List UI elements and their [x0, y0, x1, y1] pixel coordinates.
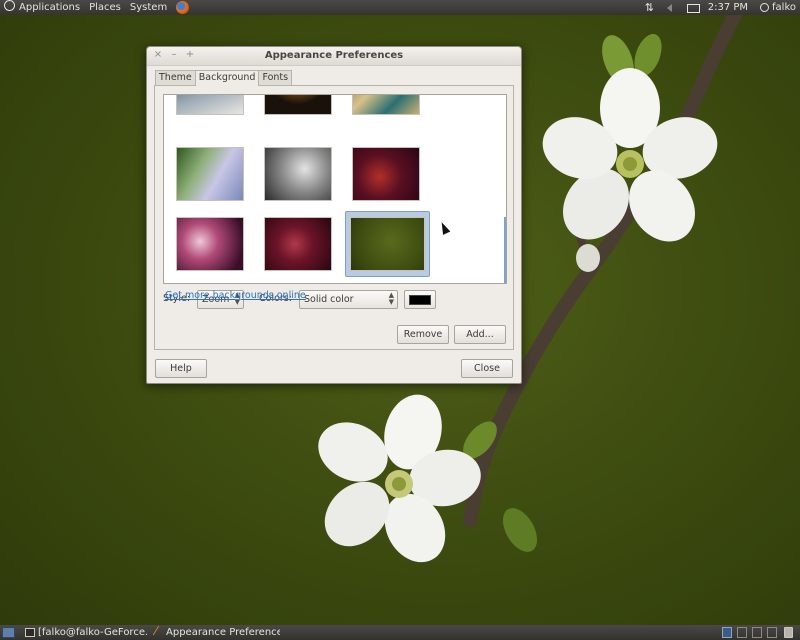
thumbnail-wallpaper-dandelion-dark[interactable] — [264, 95, 332, 115]
workspace-4-icon[interactable] — [767, 627, 777, 638]
user-icon — [758, 2, 770, 13]
window-titlebar[interactable]: × – + Appearance Preferences — [147, 47, 521, 66]
top-panel: Applications Places System 2:37 PM falko — [0, 0, 800, 15]
applications-menu[interactable]: Applications — [4, 0, 80, 15]
appearance-preferences-window: × – + Appearance Preferences Theme Backg… — [146, 46, 522, 384]
terminal-icon — [25, 628, 35, 637]
tab-theme[interactable]: Theme — [155, 70, 196, 85]
bottom-panel: [falko@falko-GeForce... Appearance Prefe… — [0, 625, 800, 640]
background-tab-panel: Style: Zoom ▲ ▼ Colors: Solid color ▲ ▼ — [154, 85, 514, 350]
tab-fonts[interactable]: Fonts — [258, 70, 293, 85]
workspace-3-icon[interactable] — [752, 627, 762, 638]
thumbnail-wallpaper-grey-branches[interactable] — [264, 147, 332, 201]
ubuntu-logo-icon — [4, 0, 15, 11]
network-arrows-icon[interactable] — [645, 0, 656, 15]
wallpaper-thumbnail-grid[interactable] — [163, 94, 507, 284]
show-desktop-icon[interactable] — [2, 627, 15, 638]
workspace-2-icon[interactable] — [737, 627, 747, 638]
thumbnail-wallpaper-dark-red[interactable] — [264, 217, 332, 271]
firefox-icon[interactable] — [176, 1, 190, 14]
workspace-1-icon[interactable] — [722, 627, 732, 638]
mail-icon[interactable] — [686, 2, 700, 13]
clock[interactable]: 2:37 PM — [708, 0, 748, 15]
help-button[interactable]: Help — [155, 359, 207, 378]
color-swatch — [409, 295, 431, 305]
tab-bar: Theme Background Fonts — [155, 70, 293, 86]
spin-arrows-icon: ▲ ▼ — [388, 291, 394, 306]
window-title: Appearance Preferences — [264, 50, 404, 61]
get-more-backgrounds-link[interactable]: Get more backgrounds online — [165, 290, 306, 301]
taskbar-terminal[interactable]: [falko@falko-GeForce... — [22, 626, 147, 639]
thumbnail-wallpaper-frost[interactable] — [176, 95, 244, 115]
add-button[interactable]: Add... — [454, 325, 506, 344]
taskbar-appearance-preferences[interactable]: Appearance Preferences — [150, 626, 280, 639]
speaker-icon[interactable] — [666, 2, 677, 13]
system-menu[interactable]: System — [130, 0, 167, 15]
color-picker-button[interactable] — [404, 290, 436, 309]
remove-button[interactable]: Remove — [397, 325, 449, 344]
close-button[interactable]: Close — [461, 359, 513, 378]
thumbnail-wallpaper-pink-light[interactable] — [176, 217, 244, 271]
thumbnail-wallpaper-purple-flower[interactable] — [176, 147, 244, 201]
colors-select[interactable]: Solid color ▲ ▼ — [299, 290, 398, 309]
trash-icon[interactable] — [784, 627, 793, 638]
thumbnail-wallpaper-map[interactable] — [352, 95, 420, 115]
tab-background[interactable]: Background — [194, 70, 260, 86]
colors-value: Solid color — [304, 294, 354, 305]
thumbnail-wallpaper-red-bokeh[interactable] — [352, 147, 420, 201]
places-menu[interactable]: Places — [89, 0, 121, 15]
user-name[interactable]: falko — [772, 0, 796, 15]
thumbnail-scrollbar[interactable] — [504, 217, 506, 283]
brush-icon — [153, 626, 163, 638]
thumbnail-wallpaper-blossom-green[interactable] — [350, 217, 425, 271]
